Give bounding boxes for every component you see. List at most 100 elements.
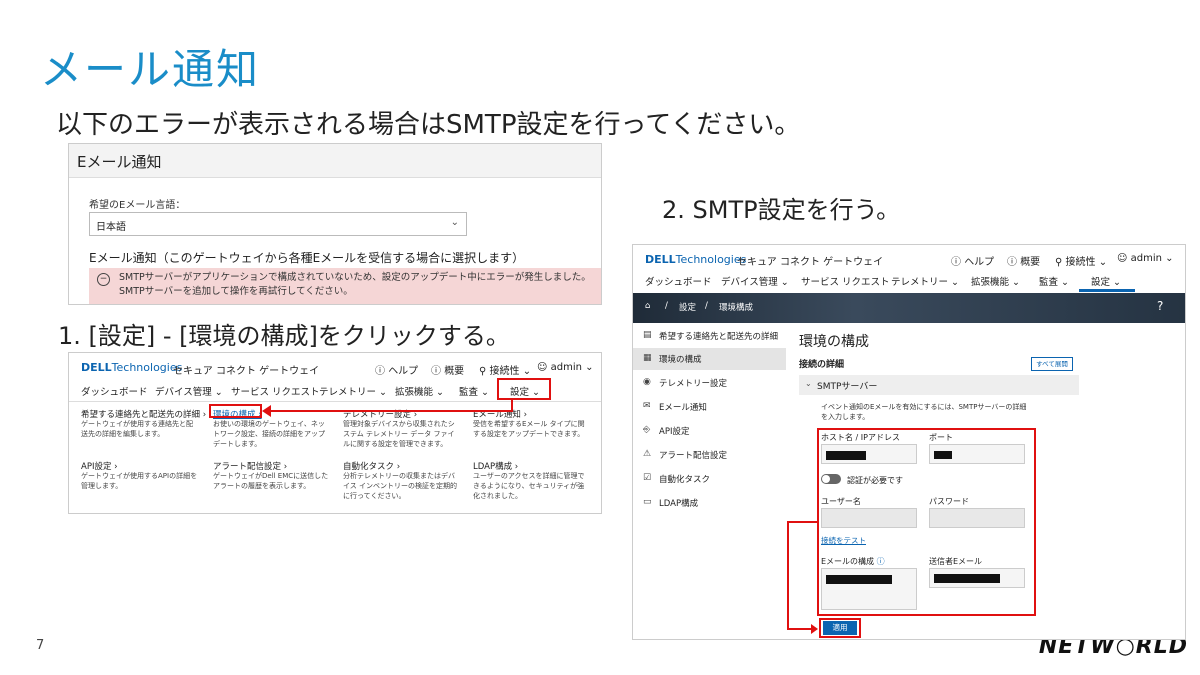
nav-telemetry[interactable]: テレメトリー ⌄ — [319, 384, 387, 398]
help-circle-icon[interactable]: ? — [1157, 299, 1163, 313]
smtp-description: イベント通知のEメールを有効にするには、SMTPサーバーの詳細を入力します。 — [821, 403, 1027, 421]
nav-audit[interactable]: 監査 ⌄ — [1039, 274, 1069, 288]
email-notification-screenshot: Eメール通知 希望のEメール言語： 日本語 ⌄ Eメール通知（このゲートウェイか… — [68, 143, 602, 305]
nav-device-management[interactable]: デバイス管理 ⌄ — [155, 384, 223, 398]
sidebar-item-automation[interactable]: ☑ 自動化タスク — [633, 468, 786, 490]
password-input[interactable] — [929, 508, 1025, 528]
server-icon: ▦ — [643, 353, 652, 363]
connectivity-menu[interactable]: ⚲ 接続性 ⌄ — [1055, 253, 1107, 268]
email-config-textarea[interactable] — [821, 568, 917, 610]
connectivity-label: 接続性 — [1065, 257, 1096, 268]
sidebar-item-alert[interactable]: ⚠ アラート配信設定 — [633, 444, 786, 466]
smtp-error-banner: − SMTPサーバーがアプリケーションで構成されていないため、設定のアップデート… — [89, 268, 601, 304]
nav-telemetry[interactable]: テレメトリー ⌄ — [891, 274, 959, 288]
nav-extensions[interactable]: 拡張機能 ⌄ — [971, 274, 1020, 288]
dell-brand-tech: Technologies — [675, 253, 747, 266]
overview-link[interactable]: ⓘ 概要 — [1007, 253, 1040, 268]
page-title: 環境の構成 — [799, 334, 869, 350]
nav-service-request[interactable]: サービス リクエスト — [801, 274, 890, 288]
nav-audit-label: 監査 — [459, 387, 479, 398]
expand-all-button[interactable]: すべて展開 — [1031, 357, 1073, 371]
product-name: セキュア コネクト ゲートウェイ — [737, 257, 884, 268]
user-icon: ☺ — [537, 362, 548, 373]
sidebar-item-api[interactable]: ⎆ API設定 — [633, 420, 786, 442]
redaction-mask — [826, 575, 892, 584]
help-link[interactable]: ⓘ ヘルプ — [375, 362, 418, 377]
slide-title: メール通知 — [40, 45, 261, 94]
email-language-select[interactable]: 日本語 ⌄ — [89, 212, 467, 236]
help-label: ヘルプ — [388, 366, 419, 377]
dell-logo: DELLTechnologies — [645, 253, 746, 266]
highlight-arrow-riser — [511, 399, 513, 412]
sidebar-item-label: Eメール通知 — [659, 403, 707, 413]
dell-brand-tech: Technologies — [111, 361, 183, 374]
section-title: 接続の詳細 — [799, 360, 845, 370]
user-icon: ☺ — [1117, 253, 1128, 264]
menu-email-desc: 受信を希望するEメール タイプに関する設定をアップデートできます。 — [473, 420, 585, 438]
sidebar-item-ldap[interactable]: ▭ LDAP構成 — [633, 492, 786, 514]
nav-audit[interactable]: 監査 ⌄ — [459, 384, 489, 398]
smtp-section-title: SMTPサーバー — [817, 382, 878, 392]
test-connection-link[interactable]: 接続をテスト — [821, 535, 866, 546]
info-icon[interactable]: ⓘ — [877, 557, 885, 566]
warning-icon: ⚠ — [643, 449, 652, 459]
username-label: ユーザー名 — [821, 497, 861, 506]
auth-toggle[interactable] — [821, 474, 841, 484]
nav-settings-label: 設定 — [1091, 277, 1111, 288]
menu-environment-desc: お使いの環境のゲートウェイ、ネットワーク設定、接続の詳細をアップデートします。 — [213, 420, 325, 448]
sidebar-item-label: アラート配信設定 — [659, 451, 728, 461]
sidebar-item-telemetry[interactable]: ◉ テレメトリー設定 — [633, 372, 786, 394]
connectivity-menu[interactable]: ⚲ 接続性 ⌄ — [479, 362, 531, 377]
product-name: セキュア コネクト ゲートウェイ — [173, 366, 320, 377]
sidebar-item-contact[interactable]: ▤ 希望する連絡先と配送先の詳細 — [633, 325, 786, 347]
home-icon[interactable]: ⌂ — [645, 301, 650, 311]
breadcrumb-settings[interactable]: 設定 — [679, 301, 696, 313]
highlight-arrow-line — [269, 410, 511, 412]
menu-automation-desc: 分析テレメトリーの収集またはデバイス インベントリーの検証を定期的に行ってくださ… — [343, 472, 458, 500]
nav-telemetry-label: テレメトリー — [891, 277, 949, 288]
help-icon: ⓘ — [375, 366, 385, 377]
email-config-label: Eメールの構成 ⓘ — [821, 556, 885, 567]
host-input[interactable] — [821, 444, 917, 464]
email-config-label-text: Eメールの構成 — [821, 557, 875, 566]
sender-email-input[interactable] — [929, 568, 1025, 588]
sidebar-item-label: 環境の構成 — [659, 355, 702, 365]
dell-logo: DELLTechnologies — [81, 361, 182, 374]
nav-audit-label: 監査 — [1039, 277, 1059, 288]
user-label: admin — [550, 362, 582, 373]
port-input[interactable] — [929, 444, 1025, 464]
nav-divider — [69, 401, 601, 402]
info-icon: ⓘ — [431, 366, 441, 377]
nav-dashboard[interactable]: ダッシュボード — [81, 384, 148, 398]
sidebar-item-label: API設定 — [659, 427, 690, 437]
nav-service-request[interactable]: サービス リクエスト — [231, 384, 320, 398]
nav-device-management[interactable]: デバイス管理 ⌄ — [721, 274, 789, 288]
smtp-error-message: SMTPサーバーがアプリケーションで構成されていないため、設定のアップデート中に… — [119, 272, 591, 297]
menu-api-desc: ゲートウェイが使用するAPIの詳細を管理します。 — [81, 472, 198, 490]
breadcrumb-environment: 環境構成 — [719, 303, 754, 313]
overview-link[interactable]: ⓘ 概要 — [431, 362, 464, 377]
redaction-mask — [934, 451, 952, 459]
nav-device-label: デバイス管理 — [721, 277, 778, 288]
sidebar-item-email[interactable]: ✉ Eメール通知 — [633, 396, 786, 418]
smtp-section-header[interactable]: ⌄ SMTPサーバー — [799, 375, 1079, 395]
nav-device-label: デバイス管理 — [155, 387, 212, 398]
help-link[interactable]: ⓘ ヘルプ — [951, 253, 994, 268]
apply-arrow-bottom — [787, 628, 813, 630]
breadcrumb-sep: / — [705, 301, 708, 311]
sidebar-item-environment[interactable]: ▦ 環境の構成 — [633, 348, 786, 370]
user-label: admin — [1130, 253, 1162, 264]
nav-settings[interactable]: 設定 ⌄ — [1091, 274, 1121, 288]
api-icon: ⎆ — [643, 425, 651, 435]
active-nav-indicator — [1079, 289, 1135, 292]
dell-brand-text: DELL — [645, 253, 676, 266]
sidebar-item-label: テレメトリー設定 — [659, 379, 728, 389]
nav-dashboard[interactable]: ダッシュボード — [645, 274, 712, 288]
user-menu[interactable]: ☺ admin ⌄ — [537, 362, 594, 373]
help-icon: ⓘ — [951, 257, 961, 268]
username-input[interactable] — [821, 508, 917, 528]
nav-extensions[interactable]: 拡張機能 ⌄ — [395, 384, 444, 398]
sender-email-label: 送信者Eメール — [929, 557, 983, 566]
user-menu[interactable]: ☺ admin ⌄ — [1117, 253, 1174, 264]
slide-subtitle: 以下のエラーが表示される場合はSMTP設定を行ってください。 — [56, 110, 801, 140]
